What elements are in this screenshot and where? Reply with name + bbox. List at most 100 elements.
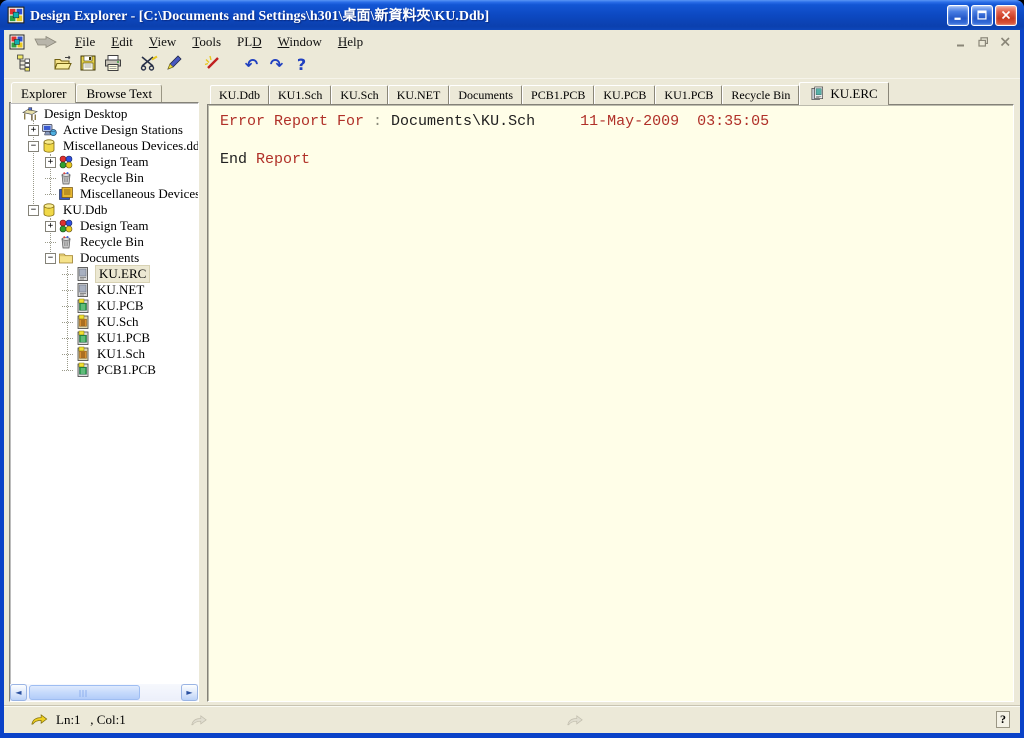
tree-item-miscellaneous-devices-ddb[interactable]: − Miscellaneous Devices.ddb [10, 138, 198, 154]
tree-connector [45, 242, 56, 243]
tree-item-ku-pcb[interactable]: KU.PCB [10, 298, 198, 314]
doc-tab-label: KU.NET [397, 88, 441, 103]
explorer-toggle-button[interactable] [12, 54, 37, 77]
tree-connector [62, 354, 73, 355]
library-icon [58, 186, 74, 202]
horizontal-scrollbar[interactable]: ◄ ► [10, 684, 198, 701]
expand-plus-icon[interactable]: + [45, 157, 56, 168]
tree-item-documents[interactable]: −Documents [10, 250, 198, 266]
menu-item-pld[interactable]: PLD [229, 32, 270, 52]
doc-tab-label: KU.PCB [603, 88, 646, 103]
expand-plus-icon[interactable]: + [28, 125, 39, 136]
tree-item-recycle-bin[interactable]: Recycle Bin [10, 234, 198, 250]
undo-button[interactable]: ↶ [239, 54, 264, 77]
tree-item-label: Design Desktop [42, 106, 129, 122]
close-button[interactable] [995, 5, 1017, 26]
scroll-right-button[interactable]: ► [181, 684, 198, 701]
help-button[interactable]: ? [996, 711, 1010, 728]
tree-view[interactable]: Design Desktop+Active Design Stations − Mi… [10, 103, 198, 684]
doc-tab-label: Documents [458, 88, 513, 103]
minimize-button[interactable] [947, 5, 969, 26]
tree-item-design-team[interactable]: + Design Team [10, 154, 198, 170]
sch-doc-icon [75, 346, 91, 362]
tree-panel: Design Desktop+Active Design Stations − Mi… [9, 102, 199, 702]
tree-item-label: KU.NET [95, 282, 146, 298]
doc-tab-documents[interactable]: Documents [449, 85, 522, 104]
collapse-minus-icon[interactable]: − [45, 253, 56, 264]
tree-item-design-desktop[interactable]: Design Desktop [10, 106, 198, 122]
doc-tab-label: KU.Ddb [219, 88, 260, 103]
window-body: FileEditViewToolsPLDWindowHelp ↶↷? Explo… [4, 30, 1020, 733]
menu-item-window[interactable]: Window [270, 32, 330, 52]
scroll-left-button[interactable]: ◄ [10, 684, 27, 701]
menu-item-view[interactable]: View [141, 32, 184, 52]
wand-button[interactable] [199, 54, 224, 77]
tree-item-recycle-bin[interactable]: Recycle Bin [10, 170, 198, 186]
tree-item-miscellaneous-devices-lib[interactable]: Miscellaneous Devices.lib [10, 186, 198, 202]
main-area: ExplorerBrowse Text Design Desktop+Activ… [4, 79, 1020, 705]
mdi-restore-button[interactable] [974, 34, 993, 50]
titlebar: Design Explorer - [C:\Documents and Sett… [0, 0, 1024, 30]
design-team-icon [58, 218, 74, 234]
tree-item-ku-ddb[interactable]: −KU.Ddb [10, 202, 198, 218]
app-icon[interactable] [7, 6, 25, 24]
tree-item-design-team[interactable]: +Design Team [10, 218, 198, 234]
cut-icon [139, 53, 159, 78]
tree-item-label: Miscellaneous Devices.ddb [61, 138, 198, 154]
doc-tab-ku1-sch[interactable]: KU1.Sch [269, 85, 331, 104]
doc-tab-ku-net[interactable]: KU.NET [388, 85, 450, 104]
maximize-button[interactable] [971, 5, 993, 26]
menu-item-help[interactable]: Help [330, 32, 371, 52]
doc-tab-ku-sch[interactable]: KU.Sch [331, 85, 387, 104]
scrollbar-track[interactable] [27, 684, 181, 701]
doc-tab-ku-pcb[interactable]: KU.PCB [594, 85, 655, 104]
tree-item-label: Design Team [78, 154, 151, 170]
menu-item-edit[interactable]: Edit [103, 32, 141, 52]
tree-item-ku1-sch[interactable]: KU1.Sch [10, 346, 198, 362]
mdi-close-button[interactable] [996, 34, 1015, 50]
tree-item-label: KU1.Sch [95, 346, 147, 362]
cut-button[interactable] [136, 54, 161, 77]
explorer-toggle-icon [15, 53, 35, 78]
open-button[interactable] [50, 54, 75, 77]
tree-item-pcb1-pcb[interactable]: PCB1.PCB [10, 362, 198, 378]
mdi-minimize-button[interactable] [952, 34, 971, 50]
tree-item-ku-net[interactable]: KU.NET [10, 282, 198, 298]
document-window-icon[interactable] [9, 34, 25, 50]
tree-item-active-design-stations[interactable]: +Active Design Stations [10, 122, 198, 138]
tree-item-ku1-pcb[interactable]: KU1.PCB [10, 330, 198, 346]
doc-tab-ku1-pcb[interactable]: KU1.PCB [655, 85, 722, 104]
help-icon: ? [297, 57, 306, 75]
panel-tab-browse-text[interactable]: Browse Text [76, 84, 162, 102]
print-button[interactable] [100, 54, 125, 77]
design-team-icon [58, 154, 74, 170]
document-arrow-icon[interactable] [33, 35, 59, 49]
draw-icon [164, 53, 184, 78]
window-title: Design Explorer - [C:\Documents and Sett… [30, 5, 945, 25]
document-content[interactable]: Error Report For : Documents\KU.Sch 11-M… [207, 104, 1014, 702]
doc-tab-ku-ddb[interactable]: KU.Ddb [210, 85, 269, 104]
pcb-doc-icon [75, 298, 91, 314]
menu-item-tools[interactable]: Tools [184, 32, 229, 52]
draw-button[interactable] [161, 54, 186, 77]
redo-button[interactable]: ↷ [264, 54, 289, 77]
save-button[interactable] [75, 54, 100, 77]
tree-item-label: Recycle Bin [78, 234, 146, 250]
scrollbar-thumb[interactable] [29, 685, 140, 700]
report-doc-icon [810, 86, 825, 101]
doc-tab-label: KU1.PCB [664, 88, 713, 103]
collapse-minus-icon[interactable]: − [28, 205, 39, 216]
doc-tab-ku-erc[interactable]: KU.ERC [799, 82, 888, 105]
tree-item-ku-sch[interactable]: KU.Sch [10, 314, 198, 330]
help-button[interactable]: ? [289, 54, 314, 77]
expand-plus-icon[interactable]: + [45, 221, 56, 232]
doc-tab-label: KU1.Sch [278, 88, 322, 103]
report-line: End Report [220, 150, 1001, 169]
doc-tab-pcb1-pcb[interactable]: PCB1.PCB [522, 85, 594, 104]
collapse-minus-icon[interactable]: − [28, 141, 39, 152]
doc-tab-recycle-bin[interactable]: Recycle Bin [722, 85, 799, 104]
panel-tab-explorer[interactable]: Explorer [11, 82, 76, 103]
tree-item-ku-erc[interactable]: KU.ERC [10, 266, 198, 282]
menu-item-file[interactable]: File [67, 32, 103, 52]
recycle-bin-icon [58, 234, 74, 250]
